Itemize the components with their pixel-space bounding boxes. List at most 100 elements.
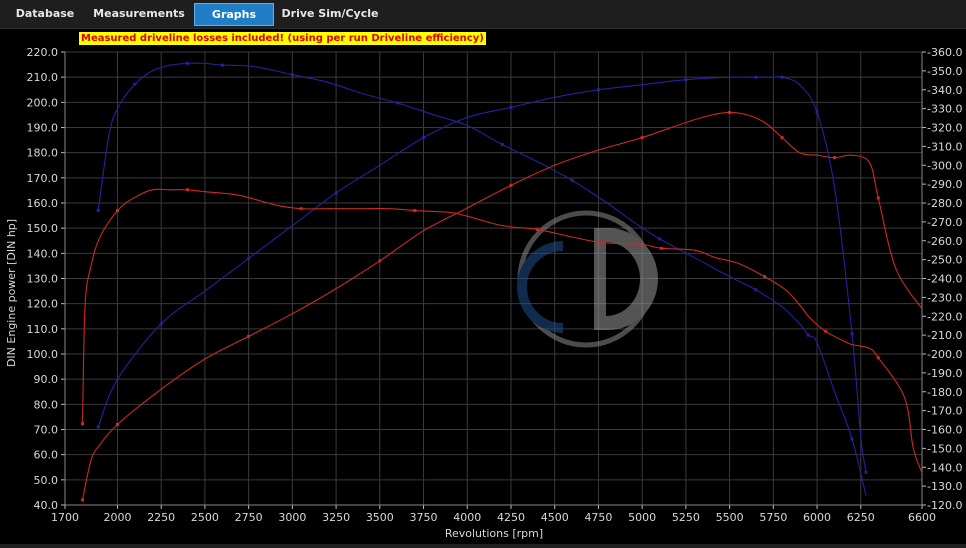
data-point (754, 288, 758, 292)
data-point (780, 136, 784, 140)
data-point (864, 470, 868, 474)
data-point (422, 136, 426, 140)
y2-tick-label: -240.0 (927, 273, 962, 286)
y2-tick-label: -140.0 (927, 461, 962, 474)
data-point (133, 82, 137, 86)
data-point (763, 275, 767, 279)
y2-tick-label: -150.0 (927, 442, 962, 455)
data-point (850, 332, 854, 336)
data-point (509, 183, 513, 187)
y-axis-labels: 40.050.060.070.080.090.0100.0110.0120.01… (27, 46, 59, 512)
power-chart: 40.050.060.070.080.090.0100.0110.0120.01… (5, 46, 962, 540)
data-point (247, 334, 251, 338)
y2-tick-label: -250.0 (927, 254, 962, 267)
data-point (413, 209, 417, 213)
data-point (80, 422, 84, 426)
x-tick-label: 3000 (278, 511, 306, 524)
x-tick-label: 6000 (803, 511, 831, 524)
series-line-red-right-axis (81, 188, 923, 474)
y-tick-label: 70.0 (34, 424, 59, 437)
data-point (535, 227, 539, 231)
y-tick-label: 60.0 (34, 449, 59, 462)
x-tick-label: 5500 (716, 511, 744, 524)
series-line-blue-left-axis (97, 76, 867, 473)
data-point (780, 75, 784, 79)
y-tick-label: 100.0 (27, 348, 59, 361)
tab-graphs[interactable]: Graphs (194, 3, 274, 26)
x-tick-label: 5750 (759, 511, 787, 524)
data-point (500, 142, 504, 146)
x-tick-label: 3250 (322, 511, 350, 524)
x-tick-label: 2500 (191, 511, 219, 524)
data-point (96, 425, 100, 429)
x-tick-label: 3750 (410, 511, 438, 524)
data-point (247, 256, 251, 260)
data-point (754, 75, 758, 79)
y-tick-label: 190.0 (27, 122, 59, 135)
data-point (80, 498, 84, 502)
data-point (334, 191, 338, 195)
y-tick-label: 130.0 (27, 273, 59, 286)
data-point (115, 422, 119, 426)
y2-tick-label: -210.0 (927, 329, 962, 342)
data-point (596, 88, 600, 92)
y2-tick-label: -280.0 (927, 197, 962, 210)
data-point (378, 259, 382, 263)
y-tick-label: 110.0 (27, 323, 59, 336)
y2-tick-label: -260.0 (927, 235, 962, 248)
data-point (684, 78, 688, 82)
y2-tick-label: -190.0 (927, 367, 962, 380)
data-point (290, 73, 294, 77)
y-tick-label: 210.0 (27, 71, 59, 84)
y2-tick-label: -230.0 (927, 291, 962, 304)
data-point (640, 136, 644, 140)
x-tick-label: 6250 (847, 511, 875, 524)
data-point (659, 246, 663, 250)
tab-drive-sim-cycle[interactable]: Drive Sim/Cycle (280, 3, 380, 24)
y2-tick-label: -320.0 (927, 122, 962, 135)
data-point (815, 110, 819, 114)
data-point (96, 209, 100, 213)
x-tick-label: 6600 (908, 511, 936, 524)
bottom-strip (0, 544, 966, 548)
y2-tick-label: -330.0 (927, 103, 962, 116)
y-tick-label: 120.0 (27, 298, 59, 311)
x-tick-label: 2000 (103, 511, 131, 524)
data-point (115, 209, 119, 213)
y-tick-label: 160.0 (27, 197, 59, 210)
y2-tick-label: -170.0 (927, 405, 962, 418)
x-tick-label: 3500 (366, 511, 394, 524)
data-point (833, 156, 837, 160)
y2-tick-label: -310.0 (927, 140, 962, 153)
data-point (728, 110, 732, 114)
data-point (395, 101, 399, 105)
chart-grid (61, 51, 926, 509)
y-tick-label: 170.0 (27, 172, 59, 185)
data-point (509, 105, 513, 109)
data-point (159, 322, 163, 326)
data-point (299, 207, 303, 211)
data-point (185, 61, 189, 65)
tab-measurements[interactable]: Measurements (92, 3, 186, 24)
x-tick-label: 2750 (235, 511, 263, 524)
x-tick-label: 4000 (453, 511, 481, 524)
y-tick-label: 90.0 (34, 373, 59, 386)
tab-database[interactable]: Database (6, 3, 84, 24)
y-tick-label: 220.0 (27, 46, 59, 59)
y2-tick-label: -220.0 (927, 310, 962, 323)
data-point (185, 188, 189, 192)
x-tick-label: 5250 (672, 511, 700, 524)
y2-tick-label: -350.0 (927, 65, 962, 78)
y2-axis-labels: -120.0-130.0-140.0-150.0-160.0-170.0-180… (927, 46, 962, 512)
x-tick-label: 1700 (51, 511, 79, 524)
x-axis-title: Revolutions [rpm] (445, 527, 543, 540)
y-tick-label: 140.0 (27, 247, 59, 260)
data-point (806, 333, 810, 337)
y-tick-label: 50.0 (34, 474, 59, 487)
y2-tick-label: -180.0 (927, 386, 962, 399)
y2-tick-label: -290.0 (927, 178, 962, 191)
y-tick-label: 150.0 (27, 222, 59, 235)
data-point (876, 356, 880, 360)
series-line-red-left-axis (81, 111, 923, 501)
x-tick-label: 2250 (147, 511, 175, 524)
